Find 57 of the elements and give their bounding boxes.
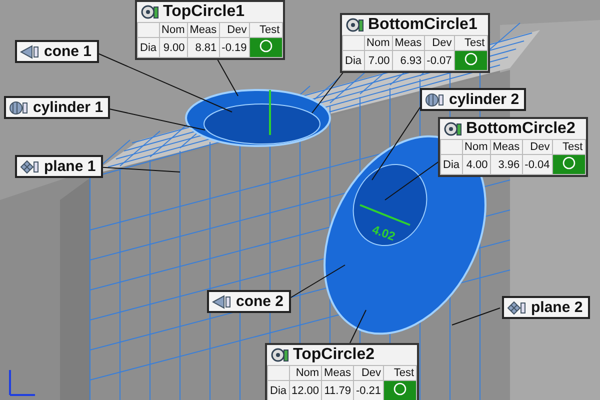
column-header: Nom xyxy=(159,22,188,38)
table-cell: 4.00 xyxy=(462,154,490,174)
circle-icon xyxy=(562,156,576,170)
table-title: BottomCircle1 xyxy=(368,16,478,34)
circle-feature-icon xyxy=(346,17,364,33)
column-header: Dev xyxy=(424,36,454,50)
column-header: Meas xyxy=(490,140,522,154)
circle-icon xyxy=(464,52,478,66)
circle-feature-icon xyxy=(141,4,159,20)
feature-name: cylinder 2 xyxy=(449,91,520,108)
feature-label[interactable]: cylinder 2 xyxy=(420,88,526,111)
feature-label[interactable]: plane 2 xyxy=(502,296,590,319)
table-cell: -0.19 xyxy=(219,38,250,58)
feature-label[interactable]: cylinder 1 xyxy=(4,96,110,119)
circle-feature-icon xyxy=(444,121,462,137)
feature-label[interactable]: cone 2 xyxy=(207,290,291,313)
feature-name: cone 1 xyxy=(44,43,92,60)
circle-feature-icon xyxy=(271,347,289,363)
plane-icon xyxy=(20,160,40,174)
table-title: BottomCircle2 xyxy=(466,120,576,138)
feature-name: cylinder 1 xyxy=(33,99,104,116)
column-header: Nom xyxy=(289,366,322,380)
table-cell: -0.04 xyxy=(522,154,552,174)
cone-icon xyxy=(212,294,232,308)
feature-label[interactable]: cone 1 xyxy=(15,40,99,63)
table-cell: 8.81 xyxy=(187,38,220,58)
column-header: Dev xyxy=(522,140,552,154)
cylinder-icon xyxy=(425,92,445,106)
table-title: TopCircle1 xyxy=(163,3,244,21)
feature-label[interactable]: plane 1 xyxy=(15,155,103,178)
column-header: Meas xyxy=(392,36,424,50)
column-header: Nom xyxy=(364,36,392,50)
cone-icon xyxy=(20,44,40,58)
column-header: Meas xyxy=(187,22,220,38)
feature-name: plane 2 xyxy=(531,299,583,316)
plane-icon xyxy=(507,300,527,314)
column-header: Dev xyxy=(353,366,384,380)
table-cell: 12.00 xyxy=(289,380,322,400)
circle-icon xyxy=(393,382,408,396)
table-cell: Dia xyxy=(342,50,364,70)
dimension-label: 4.02 xyxy=(370,222,398,244)
table-cell: 9.00 xyxy=(159,38,188,58)
column-header: Meas xyxy=(322,366,354,380)
table-cell: Dia xyxy=(268,380,290,400)
cylinder-icon xyxy=(9,100,29,114)
table-cell: 3.96 xyxy=(490,154,522,174)
feature-name: plane 1 xyxy=(44,158,96,175)
column-header: Dev xyxy=(219,22,250,38)
table-cell: -0.07 xyxy=(424,50,454,70)
table-cell: 6.93 xyxy=(392,50,424,70)
table-cell: Dia xyxy=(138,38,160,58)
feature-name: cone 2 xyxy=(236,293,284,310)
table-cell: 7.00 xyxy=(364,50,392,70)
table-cell: Dia xyxy=(440,154,462,174)
circle-icon xyxy=(258,39,273,53)
column-header: Nom xyxy=(462,140,490,154)
table-title: TopCircle2 xyxy=(293,346,374,364)
